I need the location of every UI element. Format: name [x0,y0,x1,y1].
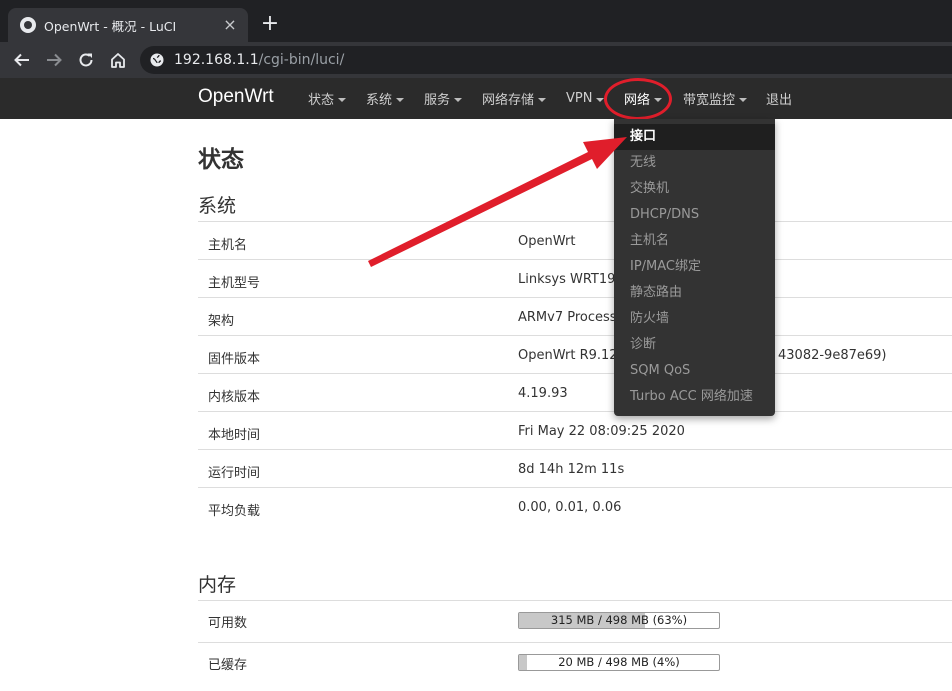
table-row: 内核版本 4.19.93 [198,373,952,411]
menu-label: 带宽监控 [683,93,736,108]
favicon-icon [20,17,36,33]
row-value: 0.00, 0.01, 0.06 [518,500,622,515]
table-row: 主机型号 Linksys WRT190 [198,259,952,297]
dropdown-item-firewall[interactable]: 防火墙 [614,306,775,332]
table-row: 平均负载 0.00, 0.01, 0.06 [198,487,952,525]
menu-nas[interactable]: 网络存储 [482,78,547,119]
row-value: Linksys WRT190 [518,272,624,287]
menu-bandwidth[interactable]: 带宽监控 [683,78,748,119]
table-row: 主机名 OpenWrt [198,221,952,259]
table-row: 固件版本 OpenWrt R9.12.3 43082-9e87e69) [198,335,952,373]
address-bar[interactable]: 192.168.1.1 /cgi-bin/luci/ [140,46,952,74]
page-title: 状态 [198,147,244,173]
dropdown-item-interfaces[interactable]: 接口 [614,124,775,150]
row-value: 4.19.93 [518,386,568,401]
caret-down-icon [338,97,347,102]
dropdown-item-ip-mac-binding[interactable]: IP/MAC绑定 [614,254,775,280]
memory-progress-bar: 315 MB / 498 MB (63%) [518,612,720,629]
menu-status[interactable]: 状态 [308,78,347,119]
caret-down-icon [396,97,405,102]
menu-label: 网络存储 [482,93,535,108]
progress-text: 315 MB / 498 MB (63%) [550,613,688,627]
forward-arrow-icon[interactable] [42,48,66,72]
progress-text: 20 MB / 498 MB (4%) [558,655,680,669]
row-value: ARMv7 Processo [518,310,625,325]
table-row: 架构 ARMv7 Processo [198,297,952,335]
menu-label: 状态 [308,93,335,108]
back-arrow-icon[interactable] [10,48,34,72]
dropdown-item-diagnostics[interactable]: 诊断 [614,332,775,358]
menu-system[interactable]: 系统 [366,78,405,119]
url-host: 192.168.1.1 [174,52,259,68]
row-value: OpenWrt [518,234,576,249]
home-icon[interactable] [106,48,130,72]
row-label: 本地时间 [208,428,261,443]
row-label: 运行时间 [208,466,261,481]
table-row: 运行时间 8d 14h 12m 11s [198,449,952,487]
menu-label: 系统 [366,93,393,108]
tab-title: OpenWrt - 概况 - LuCI [44,18,177,34]
browser-tab[interactable]: OpenWrt - 概况 - LuCI × [8,8,248,42]
new-tab-button[interactable]: + [258,12,282,36]
caret-down-icon [538,97,547,102]
dropdown-item-turbo-acc[interactable]: Turbo ACC 网络加速 [614,384,775,410]
menu-label: 服务 [424,93,451,108]
brand-logo[interactable]: OpenWrt [198,86,274,108]
luci-navbar: OpenWrt 状态 系统 服务 网络存储 VPN 网络 带宽监控 退出 [0,78,952,119]
url-path: /cgi-bin/luci/ [258,52,345,68]
row-value: Fri May 22 08:09:25 2020 [518,424,685,439]
table-row: 可用数 315 MB / 498 MB (63%) [198,600,952,642]
section-title-memory: 内存 [198,574,237,596]
row-label: 主机名 [208,238,248,253]
menu-label: VPN [566,91,593,106]
cache-progress-bar: 20 MB / 498 MB (4%) [518,654,720,671]
menu-label: 退出 [766,93,793,108]
row-label: 可用数 [208,616,248,631]
dropdown-item-hostnames[interactable]: 主机名 [614,228,775,254]
caret-down-icon [454,97,463,102]
menu-services[interactable]: 服务 [424,78,463,119]
globe-icon [150,53,164,67]
row-label: 内核版本 [208,390,261,405]
row-label: 已缓存 [208,658,248,673]
caret-down-icon [739,97,748,102]
dropdown-item-switch[interactable]: 交换机 [614,176,775,202]
row-label: 主机型号 [208,276,261,291]
network-dropdown-menu: 接口 无线 交换机 DHCP/DNS 主机名 IP/MAC绑定 静态路由 防火墙… [614,119,775,416]
dropdown-item-sqm-qos[interactable]: SQM QoS [614,358,775,384]
row-label: 固件版本 [208,352,261,367]
browser-tabstrip: OpenWrt - 概况 - LuCI × + [0,0,952,42]
row-label: 平均负载 [208,504,261,519]
reload-icon[interactable] [74,48,98,72]
table-row: 已缓存 20 MB / 498 MB (4%) [198,642,952,684]
tab-close-icon[interactable]: × [220,15,240,35]
dropdown-item-static-routes[interactable]: 静态路由 [614,280,775,306]
row-label: 架构 [208,314,235,329]
table-row: 本地时间 Fri May 22 08:09:25 2020 [198,411,952,449]
menu-logout[interactable]: 退出 [766,78,792,119]
dropdown-item-dhcp-dns[interactable]: DHCP/DNS [614,202,775,228]
section-title-system: 系统 [198,195,237,217]
row-value-suffix: 43082-9e87e69) [778,348,887,363]
row-value: 8d 14h 12m 11s [518,462,625,477]
browser-toolbar: 192.168.1.1 /cgi-bin/luci/ [0,42,952,78]
annotation-circle [604,78,672,120]
dropdown-item-wireless[interactable]: 无线 [614,150,775,176]
menu-vpn[interactable]: VPN [566,78,605,119]
